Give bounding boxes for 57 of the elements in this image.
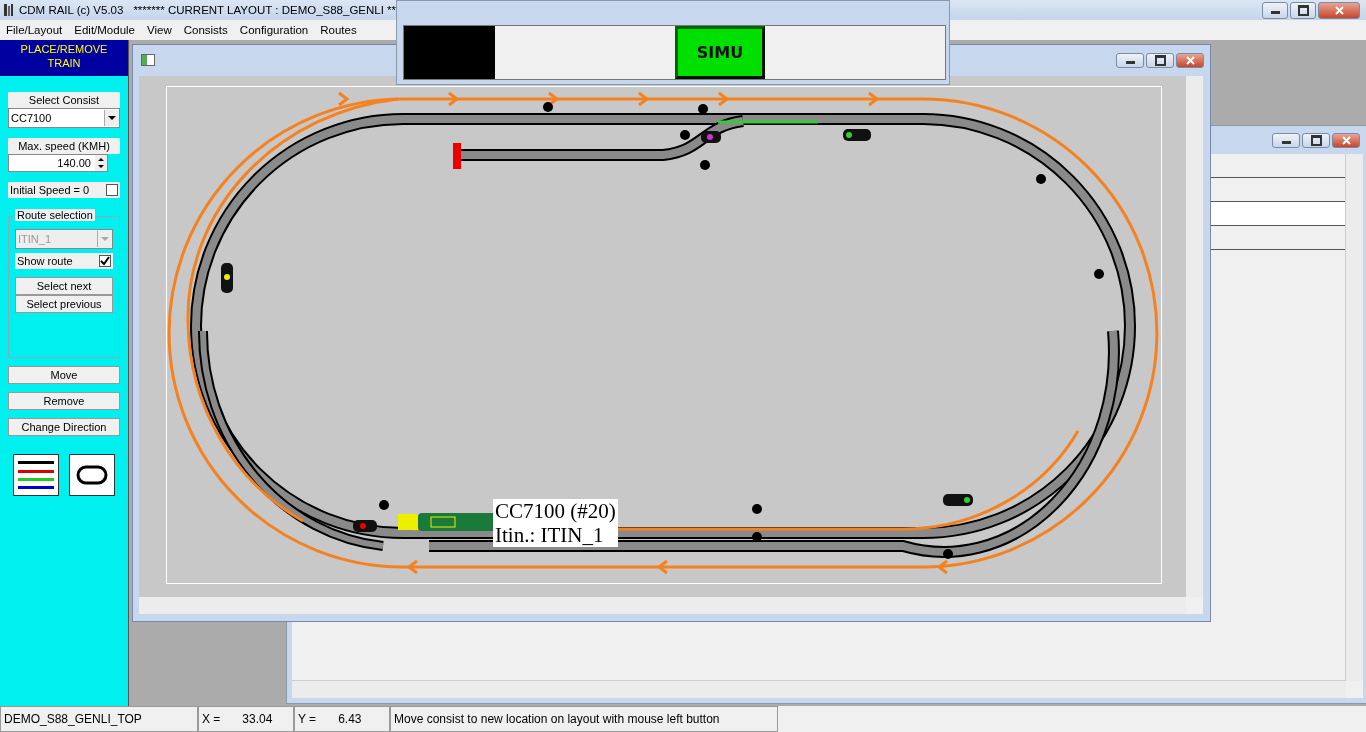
maximize-button[interactable] <box>1146 52 1174 68</box>
menu-item[interactable]: Consists <box>183 24 228 36</box>
track-colors-button[interactable] <box>13 454 59 496</box>
colored-lines-icon <box>16 458 56 492</box>
restore-icon <box>1297 4 1309 16</box>
menu-item[interactable]: Routes <box>320 24 357 36</box>
menu-item[interactable]: File/Layout <box>6 24 63 36</box>
maximize-button[interactable] <box>1290 1 1316 19</box>
checkbox-label: Initial Speed = 0 <box>10 184 90 196</box>
vertical-scrollbar[interactable] <box>1186 76 1203 597</box>
vertical-scrollbar[interactable] <box>1345 154 1363 681</box>
close-button[interactable] <box>1176 52 1204 68</box>
close-button[interactable] <box>1332 132 1360 148</box>
restore-icon <box>1310 134 1322 146</box>
action-button[interactable]: Remove <box>8 392 120 410</box>
checkbox-label: Show route <box>17 255 73 267</box>
status-message: Move consist to new location on layout with mouse left button <box>390 706 778 732</box>
action-button[interactable]: Move <box>8 366 120 384</box>
minimize-button[interactable] <box>1116 52 1144 68</box>
x-value: 33.04 <box>242 712 273 726</box>
close-icon <box>1334 5 1344 15</box>
selected-row[interactable] <box>1210 202 1345 226</box>
y-value: 6.43 <box>338 712 362 726</box>
close-icon <box>1185 55 1195 65</box>
menu-item[interactable]: Edit/Module <box>74 24 135 36</box>
maximize-button[interactable] <box>1302 132 1330 148</box>
simu-button[interactable]: SIMU <box>675 26 765 79</box>
loop-icon <box>75 463 109 487</box>
app-title: CDM RAIL (c) V5.03 <box>19 4 124 16</box>
close-icon <box>1341 135 1351 145</box>
initial-speed-checkbox[interactable] <box>106 184 118 196</box>
group-legend: Route selection <box>15 209 95 221</box>
minimize-icon <box>1270 11 1280 14</box>
speed-spinner[interactable]: 140.00 <box>8 154 108 172</box>
loop-button[interactable] <box>69 454 115 496</box>
window-icon <box>141 54 155 66</box>
close-button[interactable] <box>1318 1 1360 19</box>
minimize-button[interactable] <box>1272 132 1300 148</box>
minimize-icon <box>1125 61 1135 64</box>
field-label: Select Consist <box>8 92 120 108</box>
x-label: X = <box>202 712 221 726</box>
consist-dropdown[interactable]: CC7100 <box>8 108 120 128</box>
spinner-arrows-icon <box>95 155 107 171</box>
train-tooltip: CC7100 (#20) Itin.: ITIN_1 <box>493 499 618 547</box>
y-label: Y = <box>298 712 317 726</box>
minimize-button[interactable] <box>1262 1 1288 19</box>
menu-item[interactable]: View <box>147 24 172 36</box>
horizontal-scrollbar[interactable] <box>139 597 1186 614</box>
horizontal-scrollbar[interactable] <box>292 680 1346 698</box>
menu-item[interactable]: Configuration <box>239 24 309 36</box>
minimize-icon <box>1281 141 1291 144</box>
action-button[interactable]: Change Direction <box>8 418 120 436</box>
panel-header: PLACE/REMOVE TRAIN <box>0 40 128 76</box>
status-layout-name: DEMO_S88_GENLI_TOP <box>0 706 198 732</box>
layout-title: ******* CURRENT LAYOUT : DEMO_S88_GENLI ** <box>133 4 397 16</box>
field-label: Max. speed (KMH) <box>8 138 120 154</box>
restore-icon <box>1154 54 1166 66</box>
